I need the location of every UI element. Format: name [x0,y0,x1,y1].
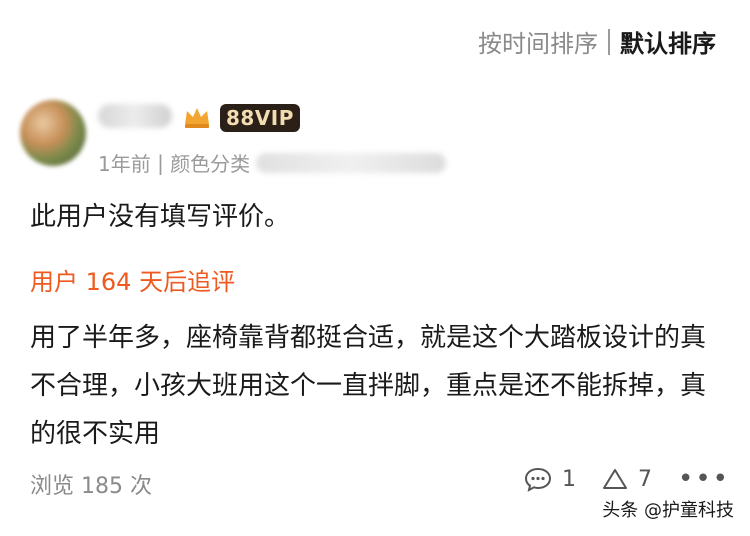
meta-separator: | [150,150,171,175]
comment-count: 1 [561,466,576,492]
view-count: 浏览 185 次 [30,474,152,499]
sort-bar: 按时间排序 默认排序 [478,24,716,59]
variant-blurred [256,152,447,173]
variant-label: 颜色分类 [170,152,251,176]
followup-label: 用户 164 天后追评 [30,268,236,296]
review-meta: 1年前 | 颜色分类 [98,148,447,177]
review-time: 1年前 [98,152,151,176]
username-blurred[interactable] [98,104,172,128]
more-icon: ••• [677,464,730,494]
comment-icon [524,467,551,492]
action-bar: 1 7 ••• [524,466,730,492]
like-count: 7 [637,466,652,492]
comment-button[interactable]: 1 [524,466,576,492]
vip-badge: 88VIP [220,104,300,132]
like-button[interactable]: 7 [602,467,652,492]
more-button[interactable]: ••• [677,464,730,494]
review-text: 此用户没有填写评价。 [30,202,291,232]
avatar[interactable] [20,100,86,166]
triangle-up-icon [602,469,627,489]
sort-default-button[interactable]: 默认排序 [620,24,716,59]
sort-by-time-button[interactable]: 按时间排序 [478,24,598,59]
crown-icon [185,108,209,128]
watermark: 头条 @护童科技 [602,500,734,521]
followup-text: 用了半年多，座椅靠背都挺合适，就是这个大踏板设计的真不合理，小孩大班用这个一直拌… [30,323,707,449]
sort-divider [608,28,610,55]
